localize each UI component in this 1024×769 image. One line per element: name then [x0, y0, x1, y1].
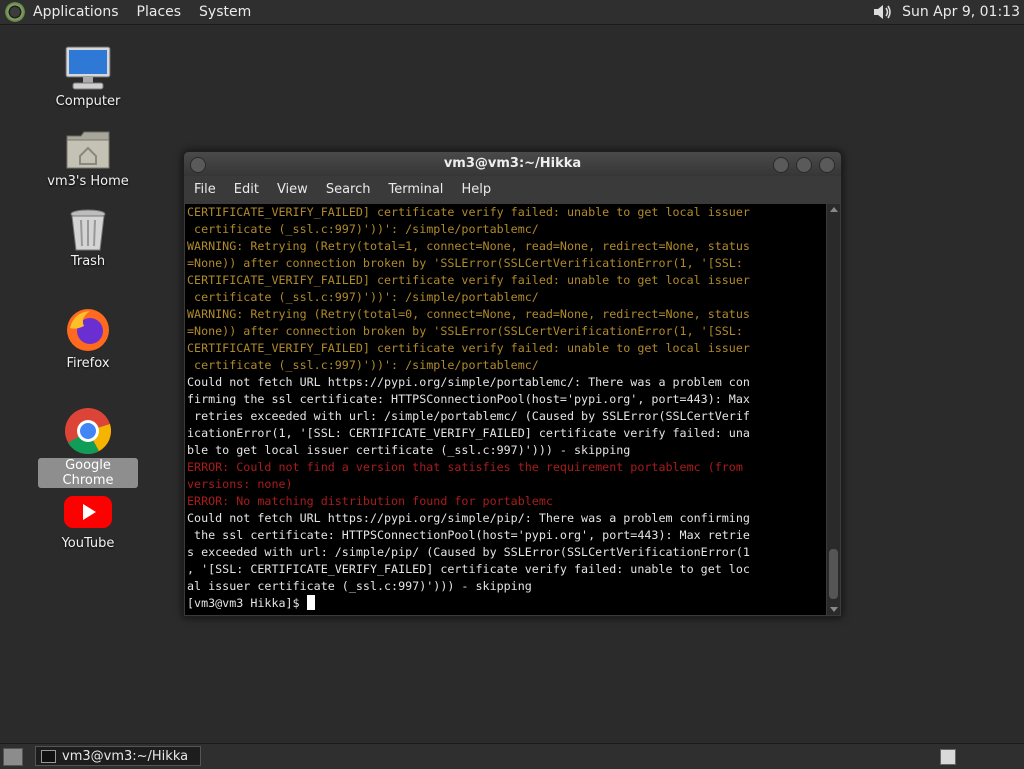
terminal-prompt: [vm3@vm3 Hikka]$: [187, 596, 307, 610]
top-panel: Applications Places System Sun Apr 9, 01…: [0, 0, 1024, 25]
menu-search[interactable]: Search: [326, 182, 371, 197]
terminal-line: WARNING: Retrying (Retry(total=1, connec…: [187, 239, 750, 253]
menu-view[interactable]: View: [277, 182, 308, 197]
terminal-icon: [41, 750, 56, 763]
terminal-line: firming the ssl certificate: HTTPSConnec…: [187, 392, 750, 406]
computer-icon: [63, 44, 113, 92]
taskbar-item-terminal[interactable]: vm3@vm3:~/Hikka: [35, 746, 201, 766]
terminal-line: ERROR: No matching distribution found fo…: [187, 494, 553, 508]
menu-file[interactable]: File: [194, 182, 216, 197]
terminal-line: =None)) after connection broken by 'SSLE…: [187, 256, 743, 270]
maximize-button[interactable]: [796, 157, 812, 173]
terminal-text: CERTIFICATE_VERIFY_FAILED] certificate v…: [185, 204, 826, 595]
terminal-output[interactable]: CERTIFICATE_VERIFY_FAILED] certificate v…: [185, 204, 826, 615]
menu-help[interactable]: Help: [461, 182, 491, 197]
youtube-icon: [63, 494, 113, 530]
terminal-line: CERTIFICATE_VERIFY_FAILED] certificate v…: [187, 341, 750, 355]
show-desktop-icon[interactable]: [3, 748, 23, 766]
scroll-up-icon[interactable]: [830, 207, 838, 212]
terminal-line: CERTIFICATE_VERIFY_FAILED] certificate v…: [187, 205, 750, 219]
terminal-line: icationError(1, '[SSL: CERTIFICATE_VERIF…: [187, 426, 750, 440]
desktop-icon-label: vm3's Home: [47, 174, 129, 189]
taskbar-item-label: vm3@vm3:~/Hikka: [62, 749, 189, 764]
menu-places[interactable]: Places: [137, 4, 182, 20]
desktop-icon-chrome[interactable]: Google Chrome: [38, 406, 138, 488]
terminal-scrollbar[interactable]: [827, 204, 840, 615]
desktop-icon-label: Google Chrome: [38, 458, 138, 488]
terminal-line: versions: none): [187, 477, 293, 491]
desktop-icon-youtube[interactable]: YouTube: [38, 494, 138, 551]
menu-edit[interactable]: Edit: [234, 182, 259, 197]
desktop-icon-firefox[interactable]: Firefox: [38, 306, 138, 371]
terminal-line: Could not fetch URL https://pypi.org/sim…: [187, 375, 750, 389]
terminal-line: s exceeded with url: /simple/pip/ (Cause…: [187, 545, 750, 559]
minimize-button[interactable]: [773, 157, 789, 173]
terminal-line: certificate (_ssl.c:997)'))': /simple/po…: [187, 358, 539, 372]
terminal-line: CERTIFICATE_VERIFY_FAILED] certificate v…: [187, 273, 750, 287]
scrollbar-thumb[interactable]: [829, 549, 838, 599]
terminal-line: WARNING: Retrying (Retry(total=0, connec…: [187, 307, 750, 321]
terminal-line: , '[SSL: CERTIFICATE_VERIFY_FAILED] cert…: [187, 562, 750, 576]
desktop-icon-home[interactable]: vm3's Home: [38, 128, 138, 189]
bottom-panel: vm3@vm3:~/Hikka: [0, 743, 1024, 769]
menu-terminal[interactable]: Terminal: [388, 182, 443, 197]
desktop-icon-label: Firefox: [66, 356, 110, 371]
workspace-switcher[interactable]: [940, 749, 956, 765]
terminal-line: certificate (_ssl.c:997)'))': /simple/po…: [187, 290, 539, 304]
desktop-icon-label: Computer: [55, 94, 121, 109]
terminal-line: retries exceeded with url: /simple/porta…: [187, 409, 750, 423]
menu-applications[interactable]: Applications: [33, 4, 119, 20]
menu-system[interactable]: System: [199, 4, 251, 20]
terminal-cursor: [306, 595, 315, 610]
close-button[interactable]: [819, 157, 835, 173]
terminal-prompt-line[interactable]: [vm3@vm3 Hikka]$: [185, 595, 826, 612]
home-folder-icon: [65, 128, 111, 172]
scroll-down-icon[interactable]: [830, 607, 838, 612]
chrome-icon: [63, 406, 113, 456]
firefox-icon: [64, 306, 112, 354]
terminal-line: certificate (_ssl.c:997)'))': /simple/po…: [187, 222, 539, 236]
terminal-line: ERROR: Could not find a version that sat…: [187, 460, 743, 474]
clock[interactable]: Sun Apr 9, 01:13: [902, 4, 1020, 20]
terminal-line: =None)) after connection broken by 'SSLE…: [187, 324, 743, 338]
terminal-window[interactable]: vm3@vm3:~/Hikka File Edit View Search Te…: [183, 151, 842, 617]
desktop-icon-label: YouTube: [61, 536, 115, 551]
desktop-icon-computer[interactable]: Computer: [38, 44, 138, 109]
window-title: vm3@vm3:~/Hikka: [443, 156, 582, 171]
terminal-line: al issuer certificate (_ssl.c:997)'))) -…: [187, 579, 532, 593]
distro-logo-icon[interactable]: [5, 2, 25, 22]
terminal-menubar: File Edit View Search Terminal Help: [184, 176, 841, 202]
terminal-line: ble to get local issuer certificate (_ss…: [187, 443, 631, 457]
terminal-line: Could not fetch URL https://pypi.org/sim…: [187, 511, 750, 525]
desktop-icon-trash[interactable]: Trash: [38, 208, 138, 269]
window-menu-icon[interactable]: [190, 157, 206, 173]
volume-icon[interactable]: [872, 2, 894, 22]
desktop-icon-label: Trash: [70, 254, 106, 269]
trash-icon: [68, 208, 108, 252]
terminal-line: the ssl certificate: HTTPSConnectionPool…: [187, 528, 750, 542]
window-titlebar[interactable]: vm3@vm3:~/Hikka: [184, 152, 841, 176]
